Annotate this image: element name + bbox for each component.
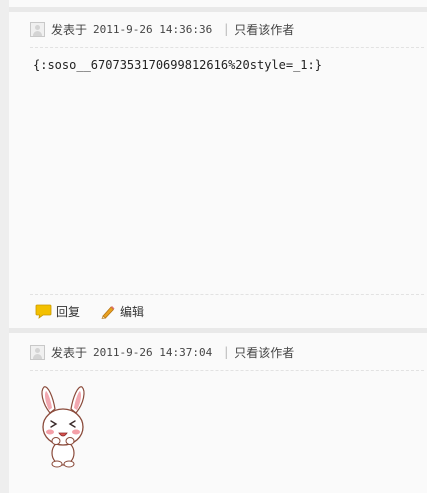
reply-button[interactable]: 回复 [35, 303, 80, 320]
left-rail [0, 0, 9, 493]
only-author-link[interactable]: 只看该作者 [234, 21, 294, 38]
reply-label: 回复 [56, 304, 81, 319]
edit-label: 编辑 [120, 304, 145, 319]
pencil-icon [101, 305, 115, 319]
post-header: 发表于 2011-9-26 14:37:04 | 只看该作者 [30, 343, 294, 361]
thread-page: 发表于 2011-9-26 14:36:36 | 只看该作者 {:soso__6… [0, 0, 427, 493]
divider [30, 47, 424, 48]
post-separator [9, 7, 427, 12]
post-content: {:soso__6707353170699812616%20style=_1:} [33, 58, 322, 72]
only-author-link[interactable]: 只看该作者 [234, 344, 294, 361]
posted-label: 发表于 [51, 345, 88, 360]
edit-button[interactable]: 编辑 [100, 303, 144, 320]
post-header: 发表于 2011-9-26 14:36:36 | 只看该作者 [30, 20, 294, 38]
avatar[interactable] [30, 344, 45, 360]
reply-bubble-icon [35, 304, 52, 319]
divider [30, 294, 424, 295]
post-actions: 回复 编辑 [35, 302, 144, 320]
avatar[interactable] [30, 21, 45, 37]
divider [30, 370, 424, 371]
bunny-sticker-icon [41, 386, 85, 468]
posted-label: 发表于 [51, 22, 88, 37]
divider: | [224, 345, 229, 359]
post-separator [9, 328, 427, 333]
divider: | [224, 22, 229, 36]
post-time: 2011-9-26 14:36:36 [93, 22, 213, 36]
post-time: 2011-9-26 14:37:04 [93, 345, 213, 359]
